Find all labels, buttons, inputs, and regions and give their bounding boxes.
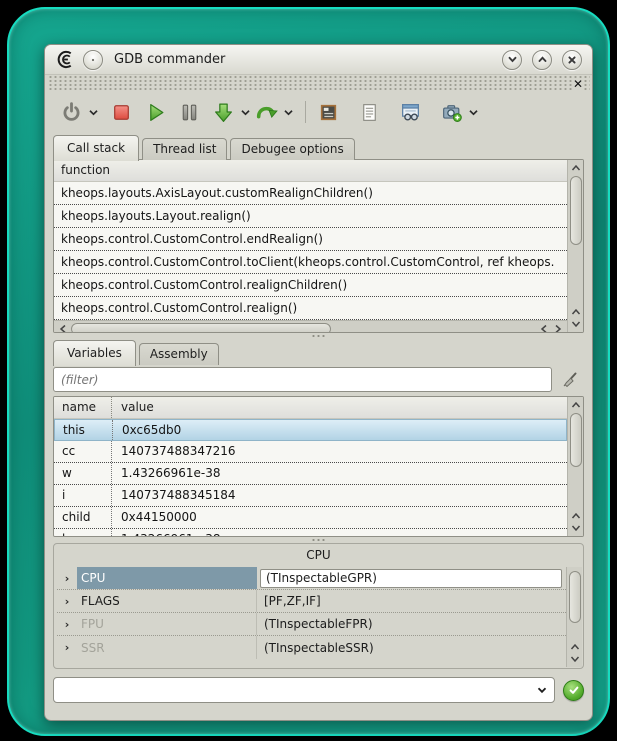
variables-header: name value <box>54 397 567 419</box>
cpu-groupbox-title: CPU <box>54 544 583 566</box>
scroll-up-icon[interactable] <box>570 162 582 174</box>
variable-row[interactable]: this 0xc65db0 <box>54 419 567 441</box>
window-controls <box>502 50 582 70</box>
scroll-up-icon[interactable] <box>570 306 582 318</box>
scroll-up-icon[interactable] <box>570 399 582 411</box>
column-header-value[interactable]: value <box>112 397 154 418</box>
power-button[interactable] <box>58 98 85 126</box>
tab-call-stack[interactable]: Call stack <box>53 135 139 161</box>
variable-row[interactable]: cc 140737488347216 <box>54 441 567 463</box>
step-into-dropdown-arrow[interactable] <box>238 98 253 126</box>
tab-assembly[interactable]: Assembly <box>139 343 219 365</box>
variable-row[interactable]: i 140737488345184 <box>54 485 567 507</box>
command-row <box>53 676 584 704</box>
callstack-vscrollbar[interactable] <box>567 160 583 332</box>
step-into-button[interactable] <box>210 98 237 126</box>
cpu-vscrollbar[interactable] <box>566 567 582 667</box>
callstack-hscrollbar[interactable] <box>54 320 567 332</box>
cpu-value-editor[interactable]: (TInspectableGPR) <box>260 569 562 588</box>
step-over-dropdown-arrow[interactable] <box>281 98 296 126</box>
splitter-grip[interactable] <box>311 334 327 338</box>
scroll-left-icon[interactable] <box>57 323 69 333</box>
vscroll-thumb[interactable] <box>570 176 582 245</box>
cpu-view-button[interactable] <box>315 98 342 126</box>
tab-variables[interactable]: Variables <box>53 340 136 366</box>
tab-thread-list[interactable]: Thread list <box>142 138 227 160</box>
vscroll-thumb[interactable] <box>569 571 581 623</box>
scroll-down-icon[interactable] <box>570 318 582 330</box>
splitter-grip[interactable] <box>311 538 327 542</box>
variable-row[interactable]: child 0x44150000 <box>54 507 567 529</box>
filter-input[interactable] <box>53 367 552 392</box>
callstack-row[interactable]: kheops.layouts.Layout.realign() <box>54 205 567 228</box>
stop-button[interactable] <box>108 98 135 126</box>
toolbar-separator <box>305 101 306 123</box>
dock-drag-handle[interactable]: ✕ <box>47 76 590 92</box>
close-button[interactable] <box>562 50 582 70</box>
cpu-register-row[interactable]: › FLAGS [PF,ZF,IF] <box>57 590 566 613</box>
expander-icon[interactable]: › <box>57 595 77 608</box>
cpu-register-row[interactable]: › SSR (TInspectableSSR) <box>57 636 566 659</box>
scroll-left-icon[interactable] <box>538 323 550 333</box>
window-title: GDB commander <box>114 52 495 67</box>
vscroll-thumb[interactable] <box>570 413 582 467</box>
titlebar: GDB commander <box>45 45 592 75</box>
cpu-register-row[interactable]: › CPU (TInspectableGPR) <box>57 567 566 590</box>
snapshot-button[interactable] <box>438 98 465 126</box>
maximize-button[interactable] <box>532 50 552 70</box>
log-view-button[interactable] <box>356 98 383 126</box>
expander-icon[interactable]: › <box>57 572 77 585</box>
tab-debugee-options[interactable]: Debugee options <box>230 138 354 160</box>
gdb-commander-window: GDB commander ✕ <box>44 44 593 721</box>
callstack-column-header[interactable]: function <box>54 160 567 182</box>
scroll-right-icon[interactable] <box>552 323 564 333</box>
debug-toolbar <box>45 94 592 130</box>
teal-outer-frame: GDB commander ✕ <box>7 7 610 736</box>
variables-vscrollbar[interactable] <box>567 397 583 536</box>
column-header-name[interactable]: name <box>54 397 112 418</box>
callstack-row[interactable]: kheops.control.CustomControl.realign() <box>54 297 567 320</box>
stack-tabbar: Call stack Thread list Debugee options <box>53 134 584 160</box>
run-button[interactable] <box>142 98 169 126</box>
scroll-up-icon[interactable] <box>569 641 581 653</box>
watches-button[interactable] <box>397 98 424 126</box>
cpu-groupbox: CPU › CPU (TInspectableGPR) › FLAGS [PF,… <box>53 543 584 669</box>
cpu-register-row[interactable]: › FPU (TInspectableFPR) <box>57 613 566 636</box>
expander-icon[interactable]: › <box>57 618 77 631</box>
hscroll-thumb[interactable] <box>71 323 331 333</box>
snapshot-dropdown-arrow[interactable] <box>466 98 481 126</box>
pause-button[interactable] <box>176 98 203 126</box>
scroll-up-icon[interactable] <box>570 510 582 522</box>
call-stack-panel: function kheops.layouts.AxisLayout.custo… <box>53 159 584 333</box>
app-logo-icon <box>55 49 76 70</box>
callstack-row[interactable]: kheops.control.CustomControl.realignChil… <box>54 274 567 297</box>
step-over-button[interactable] <box>253 98 280 126</box>
window-menu-button[interactable] <box>83 50 103 70</box>
callstack-row[interactable]: kheops.control.CustomControl.toClient(kh… <box>54 251 567 274</box>
filter-row <box>53 366 584 393</box>
send-command-button[interactable] <box>563 680 584 701</box>
callstack-row[interactable]: kheops.control.CustomControl.endRealign(… <box>54 228 567 251</box>
variables-tabbar: Variables Assembly <box>53 339 584 365</box>
callstack-row[interactable]: kheops.layouts.AxisLayout.customRealignC… <box>54 182 567 205</box>
variable-row[interactable]: w 1.43266961e-38 <box>54 463 567 485</box>
variables-panel: name value this 0xc65db0 cc 140737488347… <box>53 396 584 537</box>
gdb-command-combobox[interactable] <box>53 677 555 703</box>
power-dropdown-arrow[interactable] <box>86 98 101 126</box>
expander-icon[interactable]: › <box>57 641 77 654</box>
scroll-down-icon[interactable] <box>569 653 581 665</box>
shade-button[interactable] <box>502 50 522 70</box>
gdb-command-input[interactable] <box>60 682 536 698</box>
combobox-dropdown-icon[interactable] <box>536 684 548 696</box>
clear-filter-button[interactable] <box>558 367 584 393</box>
dock-close-icon[interactable]: ✕ <box>572 78 584 90</box>
variable-row[interactable]: b 1.43266961e-38 <box>54 529 567 536</box>
scroll-down-icon[interactable] <box>570 522 582 534</box>
